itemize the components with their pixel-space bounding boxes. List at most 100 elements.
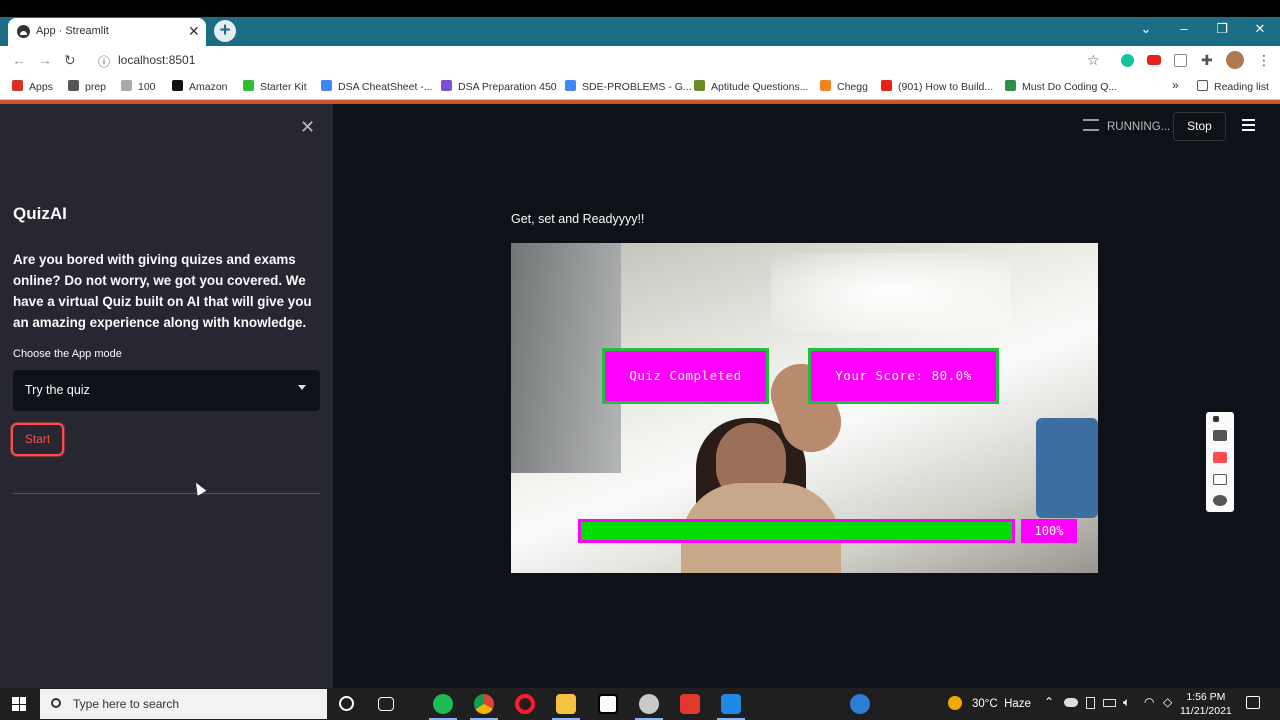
bookmark-dsa-cheatsheet[interactable]: DSA CheatSheet -... [321, 80, 433, 93]
close-tab-icon[interactable]: ✕ [188, 23, 200, 40]
app-mode-select[interactable]: Try the quiz [13, 370, 320, 411]
bookmark-must-do[interactable]: Must Do Coding Q... [1005, 80, 1117, 93]
minimize-icon[interactable]: – [1174, 21, 1194, 36]
gear-icon[interactable] [1213, 495, 1227, 506]
gfg-icon [1005, 80, 1016, 91]
bookmark-youtube[interactable]: (901) How to Build... [881, 80, 993, 93]
tab-search-icon[interactable]: ⌄ [1136, 21, 1156, 37]
docs-icon [321, 80, 332, 91]
site-info-icon[interactable]: ⓘ [98, 53, 110, 70]
browser-tab[interactable]: App · Streamlit ✕ [8, 18, 206, 46]
ceiling-light [771, 253, 1011, 333]
device-icon[interactable] [1086, 697, 1095, 709]
notification-icon[interactable] [1246, 696, 1260, 709]
main-menu-icon[interactable] [1242, 119, 1255, 131]
clock-time: 1:56 PM [1186, 691, 1226, 703]
spotify-icon[interactable] [429, 694, 457, 720]
help-icon[interactable] [850, 694, 870, 714]
youtube-extension-icon[interactable] [1147, 55, 1161, 65]
bookmark-star-icon[interactable]: ☆ [1087, 52, 1100, 69]
file-explorer-icon[interactable] [552, 694, 580, 720]
windows-taskbar: Type here to search 30°C Haze ⌃ 🔈︎ ◠ ◇ 1… [0, 688, 1280, 720]
bookmark-100[interactable]: 100 [121, 80, 156, 93]
bookmark-dsa-450[interactable]: DSA Preparation 450 [441, 80, 557, 93]
taskbar-search-input[interactable]: Type here to search [40, 689, 327, 719]
pin-icon[interactable] [1213, 416, 1219, 422]
app-mode-label: Choose the App mode [13, 348, 122, 360]
close-sidebar-icon[interactable]: ✕ [300, 117, 315, 138]
running-icon [1083, 119, 1099, 131]
grammarly-extension-icon[interactable] [1121, 54, 1134, 67]
taskbar-search-placeholder: Type here to search [73, 697, 180, 711]
bookmark-prep[interactable]: prep [68, 80, 106, 93]
dropbox-icon[interactable]: ◇ [1163, 695, 1172, 709]
temperature: 30°C [972, 698, 998, 710]
video-player-icon[interactable] [717, 694, 745, 720]
start-button[interactable]: Start [11, 423, 64, 456]
gallery-icon[interactable] [1213, 474, 1227, 485]
extension-icon[interactable] [1174, 54, 1187, 67]
wifi-icon[interactable]: ◠ [1144, 695, 1154, 709]
apps-grid-icon [12, 80, 23, 91]
windows-start-icon[interactable] [12, 697, 26, 711]
bookmark-apps[interactable]: Apps [12, 80, 53, 93]
address-bar: ← → ↻ ⓘ localhost:8501 ☆ ✚ ⋮ [0, 46, 1280, 74]
task-view-icon[interactable] [378, 697, 394, 711]
background-object [1036, 418, 1098, 518]
restore-icon[interactable]: ❐ [1212, 21, 1232, 37]
prep-icon [68, 80, 79, 91]
weather-condition: Haze [1004, 698, 1031, 710]
video-icon[interactable] [1213, 452, 1227, 463]
volume-icon[interactable]: 🔈︎ [1123, 695, 1130, 710]
reload-icon[interactable]: ↻ [64, 52, 76, 69]
progress-label: 100% [1021, 519, 1077, 543]
close-window-icon[interactable]: ✕ [1250, 21, 1270, 37]
aptitude-icon [694, 80, 705, 91]
app-icon[interactable] [635, 694, 663, 720]
bookmarks-bar: Apps prep 100 Amazon Starter Kit DSA Che… [0, 74, 1280, 100]
bookmark-chegg[interactable]: Chegg [820, 80, 868, 93]
chrome-icon[interactable] [470, 694, 498, 720]
tab-title: App · Streamlit [36, 25, 109, 37]
cortana-icon[interactable] [339, 696, 354, 711]
bookmark-sde-problems[interactable]: SDE-PROBLEMS - G... [565, 80, 692, 93]
opera-icon[interactable] [515, 694, 535, 714]
onedrive-icon[interactable] [1064, 698, 1078, 707]
browser-menu-icon[interactable]: ⋮ [1257, 52, 1271, 69]
screen: App · Streamlit ✕ + ⌄ – ❐ ✕ ← → ↻ ⓘ loca… [0, 0, 1280, 720]
starter-kit-icon [243, 80, 254, 91]
chevron-up-icon[interactable]: ⌃ [1044, 695, 1054, 709]
back-icon[interactable]: ← [12, 52, 26, 68]
running-status: RUNNING... [1083, 119, 1170, 133]
extensions-puzzle-icon[interactable]: ✚ [1201, 52, 1213, 69]
amazon-icon [172, 80, 183, 91]
progress-bar [578, 519, 1015, 543]
new-tab-button[interactable]: + [214, 20, 236, 42]
bookmark-amazon[interactable]: Amazon [172, 80, 228, 93]
youtube-icon [881, 80, 892, 91]
profile-avatar[interactable] [1226, 51, 1244, 69]
notion-icon[interactable] [598, 694, 618, 714]
progress-bar-fill [581, 522, 1012, 540]
quiz-completed-box: Quiz Completed [602, 348, 769, 404]
more-bookmarks-icon[interactable]: » [1172, 78, 1179, 92]
sidebar-title: QuizAI [13, 204, 67, 223]
url-field[interactable]: localhost:8501 [118, 53, 195, 67]
forward-icon[interactable]: → [38, 52, 52, 68]
clock[interactable]: 1:56 PM 11/21/2021 [1180, 690, 1232, 718]
battery-icon[interactable] [1103, 699, 1116, 707]
bookmark-starter-kit[interactable]: Starter Kit [243, 80, 307, 93]
chegg-icon [820, 80, 831, 91]
reading-list[interactable]: Reading list [1197, 80, 1269, 93]
stop-button[interactable]: Stop [1173, 112, 1226, 141]
wps-icon[interactable] [680, 694, 700, 714]
weather-sun-icon [948, 696, 962, 710]
dsa-450-icon [441, 80, 452, 91]
chevron-down-icon [298, 385, 306, 390]
camera-icon[interactable] [1213, 430, 1227, 441]
weather-widget[interactable]: 30°C Haze [948, 696, 1031, 710]
docs-icon [565, 80, 576, 91]
streamlit-favicon-icon [17, 25, 30, 38]
bookmark-aptitude[interactable]: Aptitude Questions... [694, 80, 808, 93]
sidebar: ✕ QuizAI Are you bored with giving quize… [0, 104, 333, 688]
